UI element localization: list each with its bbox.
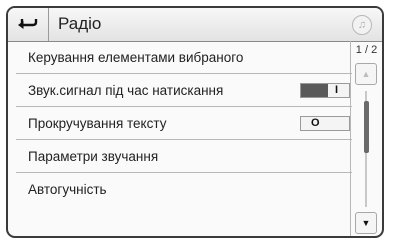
list-item-key-beep[interactable]: Звук.сигнал під час натискання I bbox=[16, 74, 352, 107]
scroll-column: 1 / 2 ▲ ▼ bbox=[350, 41, 382, 236]
toggle-fill bbox=[301, 84, 328, 97]
list-item-favourites-management[interactable]: Керування елементами вибраного bbox=[16, 41, 352, 74]
toggle-off-mark: O bbox=[311, 117, 320, 129]
list-item-text-scrolling[interactable]: Прокручування тексту O bbox=[16, 107, 352, 140]
header-bar: Радіо ♫ bbox=[8, 8, 382, 42]
text-scrolling-toggle[interactable]: O bbox=[300, 116, 350, 131]
page-title: Радіо bbox=[58, 14, 102, 33]
list-item-label: Керування елементами вибраного bbox=[28, 50, 244, 65]
scroll-up-button[interactable]: ▲ bbox=[355, 63, 377, 85]
music-note-icon[interactable]: ♫ bbox=[352, 15, 372, 35]
radio-settings-screen: Радіо ♫ Керування елементами вибраного З… bbox=[6, 6, 384, 238]
scroll-down-button[interactable]: ▼ bbox=[355, 212, 377, 234]
list-item-label: Звук.сигнал під час натискання bbox=[28, 83, 224, 98]
settings-list: Керування елементами вибраного Звук.сигн… bbox=[16, 41, 352, 206]
list-item-label: Прокручування тексту bbox=[28, 116, 167, 131]
list-item-label: Параметри звучання bbox=[28, 149, 159, 164]
page-indicator: 1 / 2 bbox=[355, 44, 378, 56]
scroll-thumb[interactable] bbox=[364, 101, 369, 153]
chevron-up-icon: ▲ bbox=[361, 69, 371, 79]
back-arrow-icon bbox=[18, 18, 38, 29]
list-item-label: Автогучність bbox=[28, 182, 107, 197]
key-beep-toggle[interactable]: I bbox=[300, 83, 350, 98]
chevron-down-icon: ▼ bbox=[361, 218, 371, 228]
list-item-auto-volume[interactable]: Автогучність bbox=[16, 173, 352, 206]
list-item-sound-settings[interactable]: Параметри звучання bbox=[16, 140, 352, 173]
toggle-on-mark: I bbox=[335, 84, 339, 96]
back-button[interactable] bbox=[8, 8, 49, 41]
